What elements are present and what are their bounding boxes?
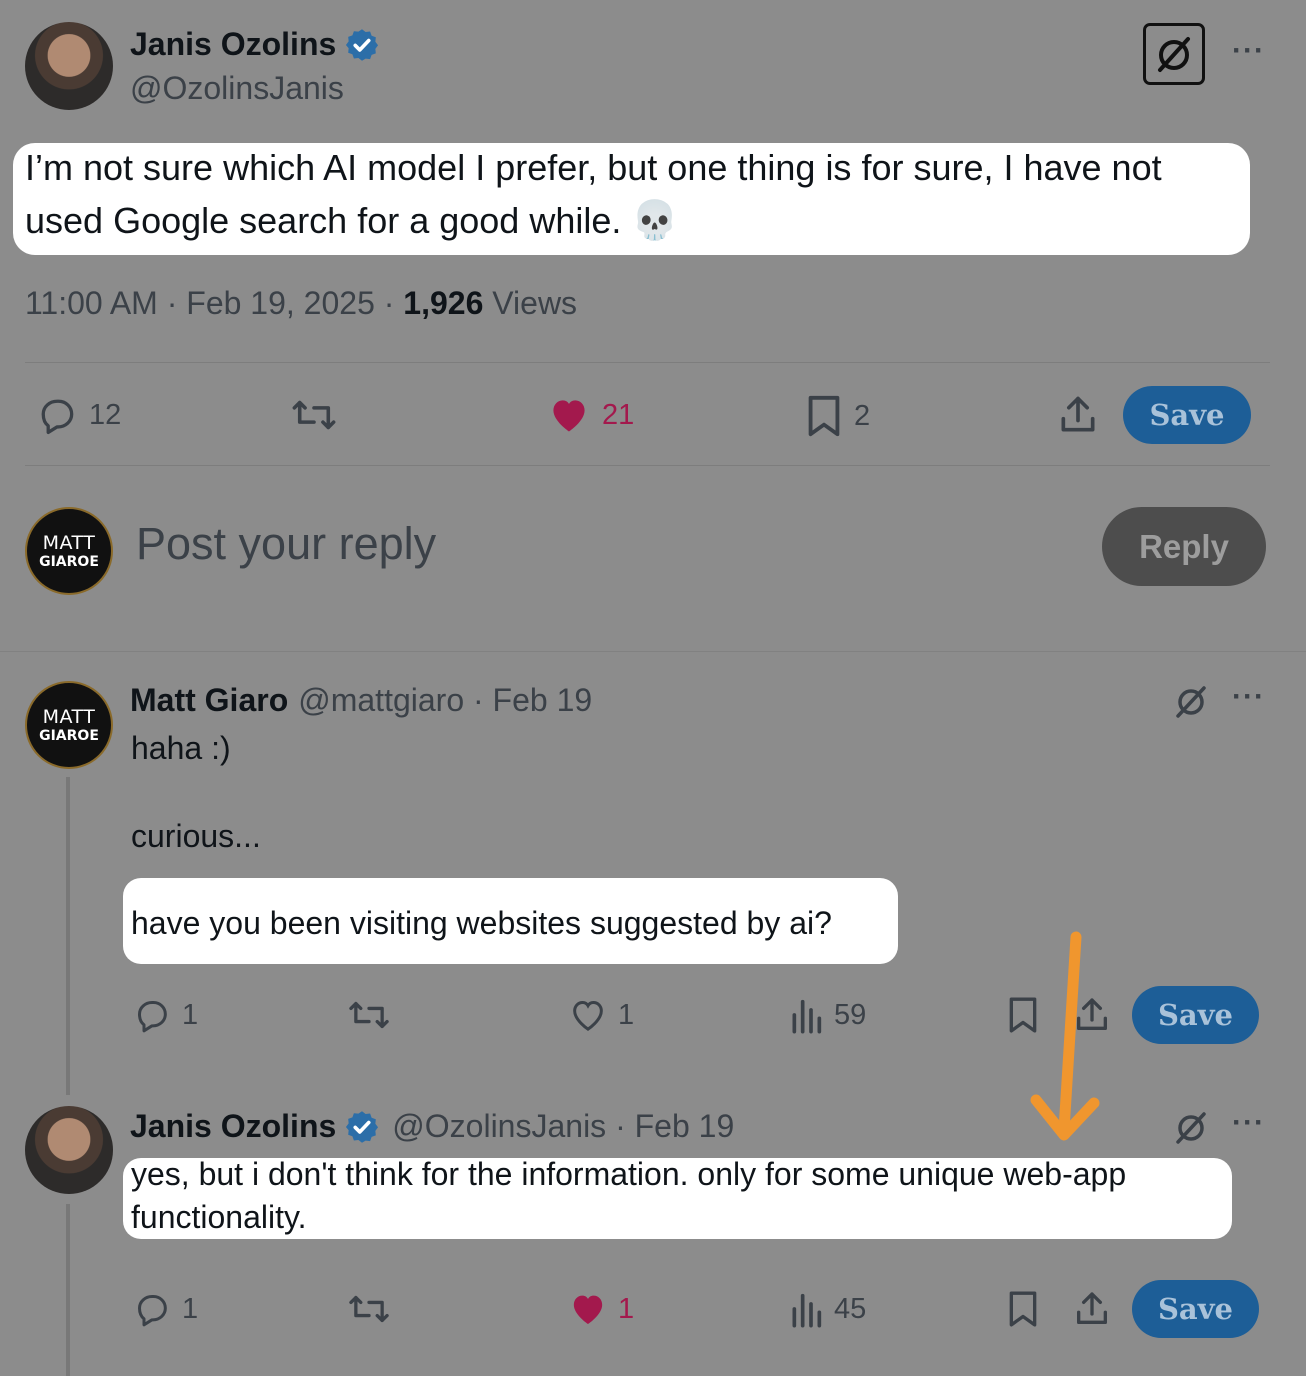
reply-author-handle[interactable]: @mattgiaro · Feb 19 (298, 682, 592, 719)
views-label: Views (483, 285, 578, 321)
author-name[interactable]: Janis Ozolins (130, 26, 336, 63)
reply-text-line2: functionality. (131, 1199, 307, 1235)
views-icon (792, 1293, 822, 1328)
annotation-arrow (1030, 931, 1100, 1141)
avatar-text-2: GIAROE (39, 553, 99, 570)
share-icon (1061, 396, 1095, 432)
divider (0, 651, 1306, 652)
more-icon[interactable]: ··· (1232, 34, 1265, 68)
more-icon[interactable]: ··· (1232, 680, 1265, 714)
like-action[interactable]: 21 (546, 393, 634, 437)
save-button[interactable]: Save (1132, 1280, 1259, 1338)
post-text-line2: used Google search for a good while. 💀 (25, 194, 1255, 248)
reply-text-line1: yes, but i don't think for the informati… (131, 1156, 1127, 1192)
views-count: 45 (834, 1292, 867, 1325)
views-icon (792, 999, 822, 1034)
views-count: 1,926 (403, 285, 484, 321)
share-action[interactable] (1056, 393, 1100, 437)
save-button[interactable]: Save (1123, 386, 1251, 444)
like-action[interactable]: 1 (568, 995, 634, 1035)
retweet-icon (292, 400, 336, 430)
like-action[interactable]: 1 (568, 1289, 634, 1329)
retweet-icon (349, 1295, 389, 1323)
views-count: 59 (834, 998, 867, 1031)
post-meta: 11:00 AM · Feb 19, 2025 · 1,926 Views (25, 285, 577, 322)
reply-avatar[interactable] (25, 1106, 113, 1194)
reply-author-name[interactable]: Janis Ozolins (130, 1108, 336, 1145)
post-text-line1: I’m not sure which AI model I prefer, bu… (25, 147, 1162, 188)
reply-avatar[interactable]: MATT GIAROE (25, 681, 113, 769)
bookmark-action[interactable] (1006, 1289, 1040, 1329)
retweet-action[interactable] (289, 393, 339, 437)
heart-icon (573, 1000, 603, 1031)
grok-icon[interactable] (1170, 680, 1212, 727)
avatar-text-1: MATT (42, 705, 96, 728)
like-count: 1 (618, 998, 635, 1031)
verified-icon (346, 1110, 379, 1143)
retweet-action[interactable] (346, 1289, 392, 1329)
reply-action[interactable]: 1 (132, 1289, 198, 1329)
reply-input[interactable]: Post your reply (136, 518, 436, 570)
post-text: I’m not sure which AI model I prefer, bu… (25, 141, 1255, 248)
reply-count: 12 (89, 398, 122, 431)
author-handle[interactable]: @OzolinsJanis (130, 70, 344, 107)
reply-action[interactable]: 12 (35, 393, 121, 437)
skull-emoji: 💀 (631, 200, 679, 242)
reply-count: 1 (182, 1292, 199, 1325)
reply-text-line3: have you been visiting websites suggeste… (131, 905, 832, 941)
views-action[interactable]: 59 (788, 995, 866, 1035)
thread-line (66, 1204, 70, 1376)
heart-icon (553, 400, 585, 432)
like-count: 21 (602, 398, 635, 431)
more-icon[interactable]: ··· (1232, 1106, 1265, 1140)
divider (25, 465, 1270, 466)
reply-author-name[interactable]: Matt Giaro (130, 682, 288, 719)
user-avatar[interactable]: MATT GIAROE (25, 507, 113, 595)
save-button[interactable]: Save (1132, 986, 1259, 1044)
reply-icon (138, 1295, 167, 1327)
bookmark-action[interactable]: 2 (804, 393, 870, 439)
views-action[interactable]: 45 (788, 1289, 866, 1329)
reply-text-line1: haha :) (131, 730, 231, 766)
reply-author-handle[interactable]: @OzolinsJanis · Feb 19 (392, 1108, 734, 1145)
bookmark-icon (1009, 1291, 1037, 1327)
post-timestamp[interactable]: 11:00 AM · Feb 19, 2025 · (25, 285, 403, 321)
author-avatar[interactable] (25, 22, 113, 110)
grok-icon[interactable] (1170, 1106, 1212, 1153)
reply-action[interactable]: 1 (132, 995, 198, 1035)
reply-icon (41, 399, 74, 435)
share-icon (1077, 1292, 1107, 1324)
reply-text-line2: curious... (131, 818, 261, 854)
reply-button[interactable]: Reply (1102, 507, 1266, 586)
bookmark-icon (808, 395, 840, 437)
like-count: 1 (618, 1292, 635, 1325)
thread-line (66, 777, 70, 1095)
retweet-action[interactable] (346, 995, 392, 1035)
share-action[interactable] (1072, 1289, 1112, 1329)
retweet-icon (349, 1001, 389, 1029)
bookmark-count: 2 (854, 399, 871, 432)
post-text-line2-text: used Google search for a good while. (25, 200, 622, 241)
reply-icon (138, 1001, 167, 1033)
grok-icon[interactable] (1143, 23, 1205, 85)
divider (25, 362, 1270, 363)
heart-icon (573, 1295, 603, 1324)
reply-count: 1 (182, 998, 199, 1031)
verified-icon (346, 28, 379, 61)
avatar-text-2: GIAROE (39, 727, 99, 744)
avatar-text-1: MATT (42, 531, 96, 554)
